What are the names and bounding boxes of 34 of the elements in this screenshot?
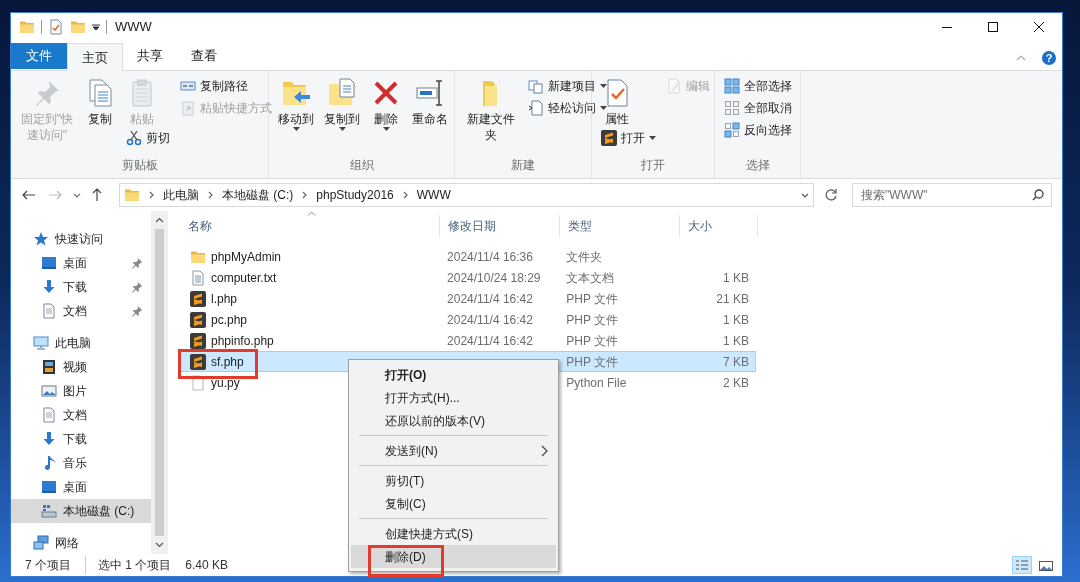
date-cell: 2024/11/4 16:42: [447, 333, 533, 348]
date-cell: 2024/11/4 16:42: [447, 291, 533, 306]
window-title: WWW: [115, 18, 152, 37]
group-label: 打开: [640, 157, 666, 174]
status-text: 6.40 KB: [185, 557, 229, 574]
type-cell: PHP 文件: [566, 291, 619, 306]
type-cell: 文本文档: [566, 270, 615, 285]
file-name: l.php: [211, 290, 238, 308]
date-cell: 2024/11/4 16:42: [447, 312, 533, 327]
size-cell: 7 KB: [723, 354, 749, 369]
file-name: phpinfo.php: [211, 332, 274, 350]
file-name: computer.txt: [211, 269, 277, 287]
date-cell: 2024/10/24 18:29: [447, 270, 541, 285]
date-cell: 2024/11/4 16:36: [447, 249, 533, 264]
size-cell: 1 KB: [723, 270, 749, 285]
file-name: sf.php: [211, 353, 244, 371]
group-label: 新建: [510, 157, 536, 174]
size-cell: 21 KB: [716, 291, 749, 306]
type-cell: 文件夹: [566, 249, 603, 264]
type-cell: Python File: [566, 375, 627, 390]
size-cell: 1 KB: [723, 333, 749, 348]
type-cell: PHP 文件: [566, 354, 619, 369]
status-text: 选中 1 个项目: [85, 556, 172, 574]
size-cell: 2 KB: [723, 375, 749, 390]
group-label: 选择: [744, 157, 771, 174]
type-cell: PHP 文件: [566, 312, 619, 327]
type-cell: PHP 文件: [566, 333, 619, 348]
file-name: phpMyAdmin: [211, 248, 282, 266]
size-cell: 1 KB: [723, 312, 749, 327]
group-label: 组织: [348, 157, 375, 174]
group-label: 剪贴板: [120, 157, 159, 174]
file-name: yu.py: [211, 374, 240, 392]
status-text: 7 个项目: [25, 557, 71, 574]
file-name: pc.php: [211, 311, 248, 329]
